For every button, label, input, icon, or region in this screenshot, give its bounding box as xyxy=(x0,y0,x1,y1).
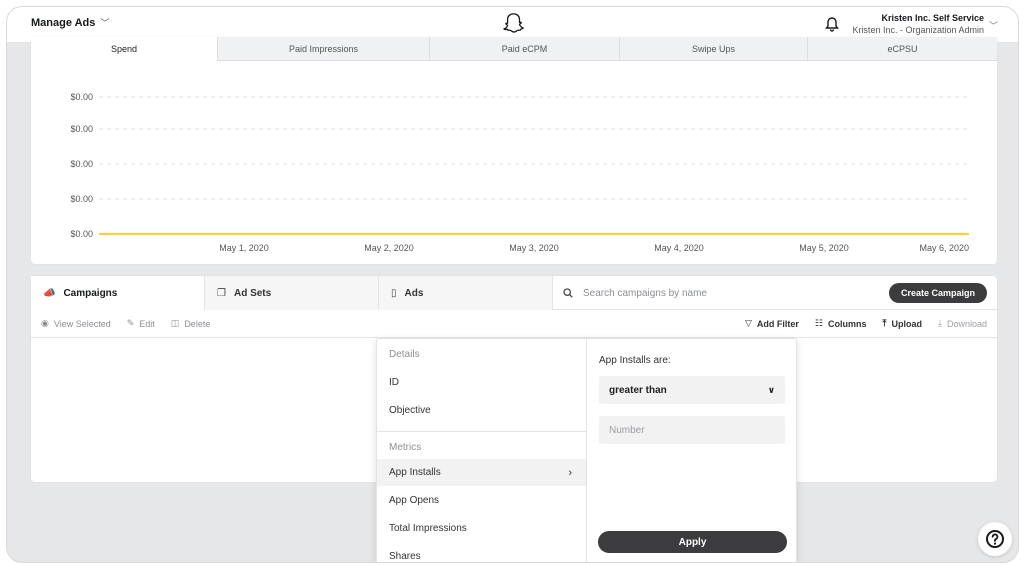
columns-button[interactable]: ☷ Columns xyxy=(815,318,867,329)
y-tick-label: $0.00 xyxy=(70,124,93,134)
megaphone-icon: 📣 xyxy=(43,287,56,299)
spend-line-chart: $0.00 $0.00 $0.00 $0.00 $0.00 May 1, 2020 May … xyxy=(70,92,969,253)
y-tick-label: $0.00 xyxy=(70,159,93,169)
section-metrics-heading: Metrics xyxy=(389,442,422,453)
search-input[interactable]: Search campaigns by name xyxy=(583,288,707,299)
entity-tabs: 📣 Campaigns ❐ Ad Sets ▯ Ads Search campa… xyxy=(31,276,997,310)
edit-label: Edit xyxy=(139,318,155,329)
operator-select[interactable]: greater than ∨ xyxy=(599,376,785,404)
x-tick-label: May 4, 2020 xyxy=(654,243,704,253)
download-icon: ⤓ xyxy=(937,318,942,328)
bell-icon[interactable] xyxy=(825,16,839,32)
manage-ads-menu[interactable]: Manage Ads ﹀ xyxy=(31,16,109,29)
y-tick-label: $0.00 xyxy=(70,229,93,239)
add-filter-button[interactable]: ▽ Add Filter xyxy=(745,318,799,329)
section-details-heading: Details xyxy=(389,349,420,360)
apply-button[interactable]: Apply xyxy=(598,531,787,553)
x-tick-label: May 3, 2020 xyxy=(509,243,559,253)
filter-option-app-installs[interactable]: App Installs › xyxy=(377,459,586,486)
filter-icon: ▽ xyxy=(744,318,752,328)
tab-ad-sets-label: Ad Sets xyxy=(233,287,272,299)
upload-label: Upload xyxy=(891,318,922,329)
add-filter-label: Add Filter xyxy=(756,318,799,329)
tab-campaigns[interactable]: 📣 Campaigns xyxy=(31,276,205,310)
condition-label: App Installs are: xyxy=(599,355,671,366)
tab-paid-ecpm[interactable]: Paid eCPM xyxy=(429,37,619,61)
eye-icon: ◉ xyxy=(41,318,49,328)
chevron-right-icon: › xyxy=(568,466,572,479)
download-button[interactable]: ⤓ Download xyxy=(938,318,987,329)
brand-label: Manage Ads xyxy=(31,16,96,29)
tab-ads-label: Ads xyxy=(404,287,424,299)
x-tick-label: May 1, 2020 xyxy=(219,243,269,253)
row-actions: ◉ View Selected ✎ Edit ◫ Delete xyxy=(41,318,210,329)
tab-campaigns-label: Campaigns xyxy=(63,287,118,299)
pencil-icon: ✎ xyxy=(126,318,135,328)
view-selected-label: View Selected xyxy=(53,318,111,329)
operator-value: greater than xyxy=(609,384,667,396)
x-tick-label: May 2, 2020 xyxy=(364,243,414,253)
tab-paid-impressions[interactable]: Paid Impressions xyxy=(217,37,429,61)
app-frame: Manage Ads ﹀ Kristen Inc. Self Service K… xyxy=(6,6,1019,563)
columns-label: Columns xyxy=(827,318,867,329)
divider xyxy=(377,431,586,432)
chevron-down-icon: ﹀ xyxy=(100,18,110,28)
account-role: Kristen Inc. - Organization Admin xyxy=(852,25,984,35)
question-icon xyxy=(986,530,1004,548)
upload-icon: ⤒ xyxy=(882,318,887,328)
snapchat-ghost-icon[interactable] xyxy=(503,12,525,36)
filter-option-app-opens[interactable]: App Opens xyxy=(377,487,586,514)
x-tick-label: May 6, 2020 xyxy=(919,243,969,253)
tab-ad-sets[interactable]: ❐ Ad Sets xyxy=(205,276,379,310)
upload-button[interactable]: ⤒ Upload xyxy=(883,318,922,329)
account-switcher[interactable]: Kristen Inc. Self Service Kristen Inc. -… xyxy=(852,12,984,36)
help-button[interactable] xyxy=(978,522,1012,556)
filter-field-list: Details ID Objective Metrics App Install… xyxy=(377,339,587,562)
chevron-down-icon: ∨ xyxy=(767,384,775,395)
phone-icon: ▯ xyxy=(391,287,397,299)
layers-icon: ❐ xyxy=(217,287,226,299)
x-tick-label: May 5, 2020 xyxy=(799,243,849,253)
filter-option-shares[interactable]: Shares xyxy=(377,543,586,562)
account-name: Kristen Inc. Self Service xyxy=(881,13,984,23)
edit-button[interactable]: ✎ Edit xyxy=(127,318,155,329)
filter-option-total-impressions[interactable]: Total Impressions xyxy=(377,515,586,542)
table-tools: ▽ Add Filter ☷ Columns ⤒ Upload ⤓ Downlo… xyxy=(745,318,987,329)
number-input[interactable] xyxy=(599,416,785,444)
app-installs-label: App Installs xyxy=(389,467,441,478)
filter-option-objective[interactable]: Objective xyxy=(377,397,586,424)
tab-spend[interactable]: Spend xyxy=(31,37,217,61)
filter-option-id[interactable]: ID xyxy=(377,369,586,396)
create-campaign-button[interactable]: Create Campaign xyxy=(888,283,987,303)
tab-ads[interactable]: ▯ Ads xyxy=(379,276,553,310)
columns-icon: ☷ xyxy=(814,318,823,328)
trash-icon: ◫ xyxy=(170,318,180,328)
download-label: Download xyxy=(946,318,987,329)
chevron-down-icon[interactable]: ﹀ xyxy=(989,19,998,32)
y-tick-label: $0.00 xyxy=(70,194,93,204)
search-icon xyxy=(563,288,573,298)
filter-condition-panel: App Installs are: greater than ∨ Apply xyxy=(587,339,796,562)
tab-ecpsu[interactable]: eCPSU xyxy=(807,37,997,61)
add-filter-dropdown: Details ID Objective Metrics App Install… xyxy=(376,338,797,562)
y-tick-label: $0.00 xyxy=(70,92,93,102)
delete-button[interactable]: ◫ Delete xyxy=(171,318,211,329)
metric-tabs: Spend Paid Impressions Paid eCPM Swipe U… xyxy=(31,37,997,61)
delete-label: Delete xyxy=(184,318,211,329)
tab-swipe-ups[interactable]: Swipe Ups xyxy=(619,37,807,61)
campaign-search[interactable]: Search campaigns by name xyxy=(553,276,893,310)
view-selected-button[interactable]: ◉ View Selected xyxy=(41,318,111,329)
metrics-chart-card: Spend Paid Impressions Paid eCPM Swipe U… xyxy=(31,37,997,264)
